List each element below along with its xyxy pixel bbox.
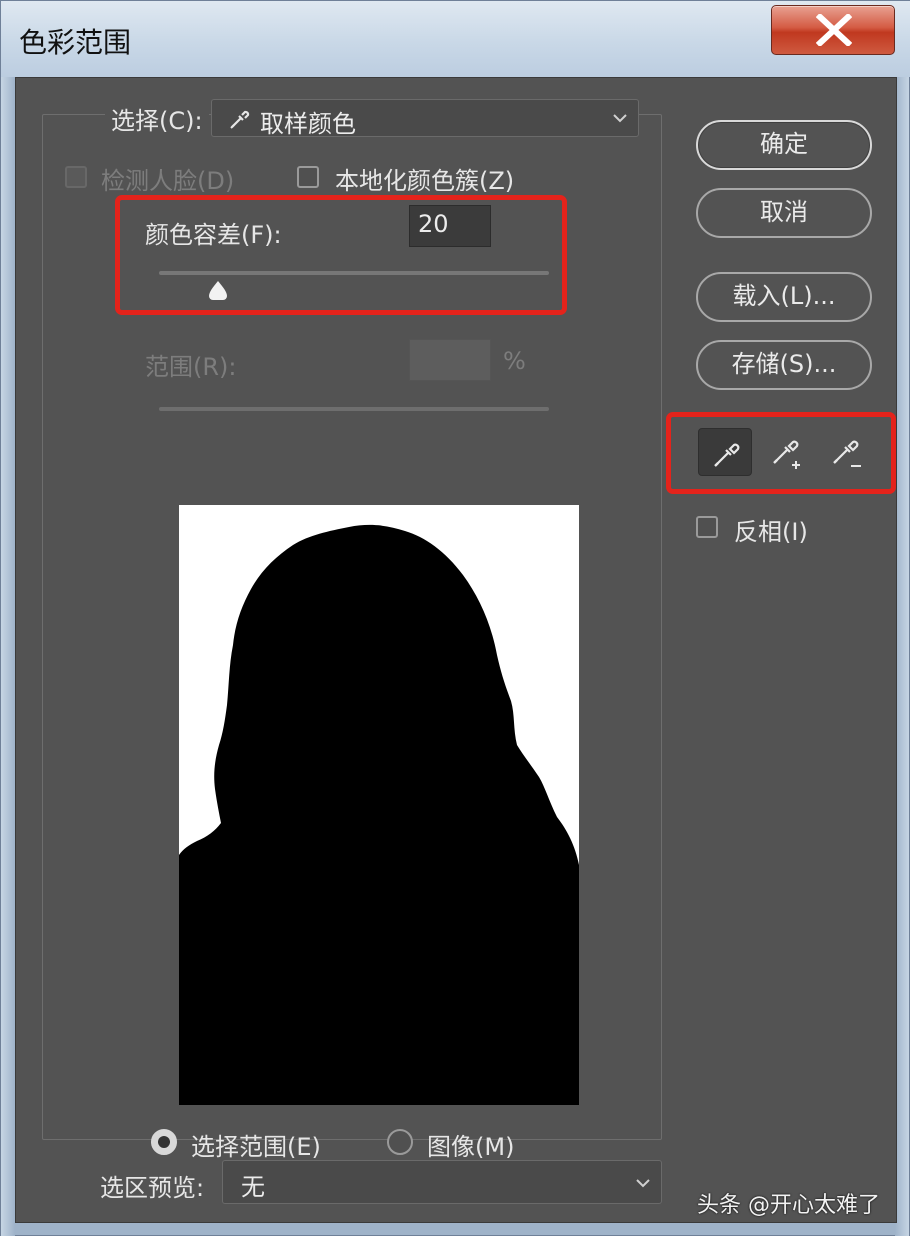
range-slider-track[interactable] [159,407,549,411]
fuzziness-slider-track[interactable] [159,271,549,275]
selection-preview-value: 无 [241,1173,265,1201]
watermark: 头条 @开心太难了 [697,1193,880,1218]
fuzziness-label: 颜色容差(F): [145,221,282,249]
select-value: 取样颜色 [260,110,356,138]
fuzziness-highlight [115,195,567,315]
image-radio[interactable] [387,1129,413,1155]
title-bar[interactable]: 色彩范围 [1,1,910,77]
invert-label: 反相(I) [734,518,808,546]
subtract-from-sample-button[interactable] [818,428,872,476]
close-button[interactable] [771,5,895,55]
fuzziness-slider-thumb[interactable] [205,279,231,303]
detect-faces-label: 检测人脸(D) [101,167,235,195]
eyedropper-icon [714,443,740,467]
selection-radio-label: 选择范围(E) [191,1133,321,1161]
load-button[interactable]: 载入(L)... [696,272,872,322]
range-input[interactable] [409,339,491,381]
invert-checkbox[interactable] [696,516,718,538]
color-range-dialog: 色彩范围 选择(C): 取样颜色 检测人脸(D) 本地化颜色簇(Z) 颜色容差(… [0,0,910,1236]
chevron-down-icon [636,1179,650,1188]
detect-faces-checkbox[interactable] [65,166,87,188]
image-radio-label: 图像(M) [427,1133,515,1161]
localized-clusters-label: 本地化颜色簇(Z) [335,167,515,195]
selection-radio[interactable] [151,1129,177,1155]
silhouette-image [179,505,579,1105]
add-to-sample-button[interactable] [758,428,812,476]
localized-clusters-checkbox[interactable] [297,166,319,188]
eyedropper-icon [230,110,250,129]
eyedropper-plus-icon [773,440,800,469]
select-dropdown[interactable]: 取样颜色 [211,99,639,138]
save-button[interactable]: 存储(S)... [696,340,872,390]
eyedropper-minus-icon [833,440,861,467]
range-unit: % [503,347,526,375]
chevron-down-icon [613,114,627,123]
selection-preview-label: 选区预览: [100,1174,205,1202]
options-group: 选择(C): 取样颜色 检测人脸(D) 本地化颜色簇(Z) 颜色容差(F): 2… [42,99,662,1161]
close-icon [816,14,852,46]
window-frame-left [1,77,15,1236]
dialog-title: 色彩范围 [19,26,132,59]
range-label: 范围(R): [145,353,237,381]
dialog-body: 选择(C): 取样颜色 检测人脸(D) 本地化颜色簇(Z) 颜色容差(F): 2… [15,77,897,1223]
window-frame-right [895,77,909,1236]
selection-preview-image [179,505,579,1105]
cancel-button[interactable]: 取消 [696,188,872,238]
select-label: 选择(C): [105,101,209,136]
fuzziness-input[interactable]: 20 [409,205,491,247]
eyedropper-button[interactable] [698,428,752,476]
selection-preview-dropdown[interactable]: 无 [222,1160,662,1204]
ok-button[interactable]: 确定 [696,120,872,170]
